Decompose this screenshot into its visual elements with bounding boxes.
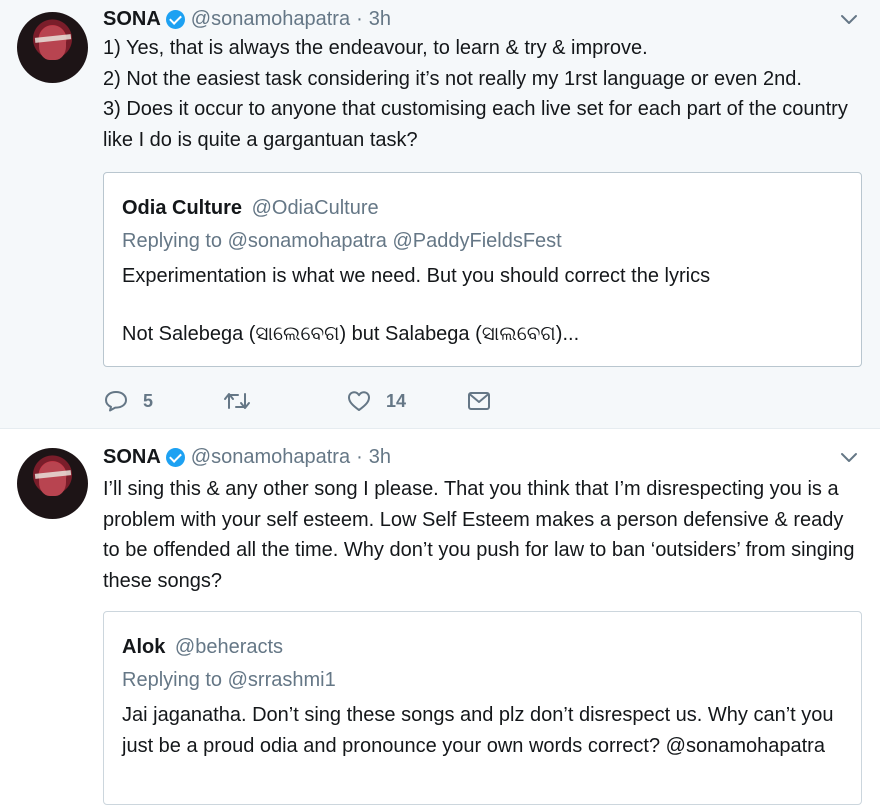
tweet-actions: 5 14	[103, 384, 492, 418]
verified-badge-icon	[165, 447, 185, 467]
quoted-author-handle: @OdiaCulture	[251, 197, 379, 219]
avatar[interactable]	[17, 448, 88, 519]
direct-message-icon	[468, 392, 490, 410]
chevron-down-icon[interactable]	[840, 449, 858, 467]
quoted-tweet[interactable]: Alok @beheracts Replying to @srrashmi1 J…	[103, 611, 862, 805]
quoted-tweet-header: Alok @beheracts	[122, 631, 843, 663]
tweet-text: 1) Yes, that is always the endeavour, to…	[103, 33, 863, 155]
quoted-line-1: Experimentation is what we need. But you…	[122, 265, 711, 287]
reply-icon	[105, 391, 127, 412]
replying-to-label: Replying to	[122, 669, 223, 691]
quoted-tweet-header: Odia Culture @OdiaCulture	[122, 192, 843, 224]
like-button[interactable]: 14	[346, 389, 466, 413]
avatar[interactable]	[17, 12, 88, 83]
retweet-icon	[224, 393, 250, 409]
tweet-header: SONA @sonamohapatra · 3h	[103, 6, 391, 32]
replying-to: Replying to @srrashmi1	[122, 663, 843, 697]
chevron-down-icon[interactable]	[840, 11, 858, 29]
separator-dot: ·	[356, 7, 363, 30]
author-name[interactable]: SONA	[103, 446, 161, 469]
timestamp[interactable]: 3h	[369, 446, 391, 469]
quoted-tweet[interactable]: Odia Culture @OdiaCulture Replying to @s…	[103, 172, 862, 367]
like-count: 14	[386, 390, 407, 411]
like-icon	[348, 391, 370, 411]
author-name[interactable]: SONA	[103, 8, 161, 31]
reply-button[interactable]: 5	[103, 389, 223, 413]
tweet-body: I’ll sing this & any other song I please…	[103, 478, 855, 592]
timestamp[interactable]: 3h	[369, 8, 391, 31]
quoted-tweet-text: Jai jaganatha. Don’t sing these songs an…	[122, 700, 843, 762]
tweet-1[interactable]: SONA @sonamohapatra · 3h 1) Yes, that is…	[0, 0, 880, 428]
replying-to-label: Replying to	[122, 230, 223, 252]
replying-to-mentions: @sonamohapatra @PaddyFieldsFest	[227, 230, 562, 252]
tweet-line-2: 2) Not the easiest task considering it’s…	[103, 67, 802, 90]
replying-to: Replying to @sonamohapatra @PaddyFieldsF…	[122, 224, 843, 258]
tweet-header: SONA @sonamohapatra · 3h	[103, 444, 391, 470]
quoted-author-name: Alok	[122, 636, 166, 658]
retweet-button[interactable]	[223, 390, 346, 412]
author-handle[interactable]: @sonamohapatra	[191, 8, 350, 31]
quoted-tweet-text: Experimentation is what we need. But you…	[122, 261, 843, 350]
quoted-body: Jai jaganatha. Don’t sing these songs an…	[122, 704, 834, 757]
verified-badge-icon	[165, 9, 185, 29]
tweet-line-1: 1) Yes, that is always the endeavour, to…	[103, 37, 648, 59]
replying-to-mentions: @srrashmi1	[227, 669, 336, 691]
quoted-author-handle: @beheracts	[174, 636, 284, 658]
direct-message-button[interactable]	[466, 390, 492, 412]
reply-count: 5	[143, 390, 154, 411]
quoted-author-name: Odia Culture	[122, 197, 243, 219]
tweet-line-3: 3) Does it occur to anyone that customis…	[103, 98, 848, 151]
quoted-line-2: Not Salebega (ସାଲେବେଗ) but Salabega (ସାଲ…	[122, 323, 580, 345]
separator-dot: ·	[356, 445, 363, 468]
tweet-2[interactable]: SONA @sonamohapatra · 3h I’ll sing this …	[0, 428, 880, 806]
author-handle[interactable]: @sonamohapatra	[191, 446, 350, 469]
tweet-text: I’ll sing this & any other song I please…	[103, 474, 863, 596]
